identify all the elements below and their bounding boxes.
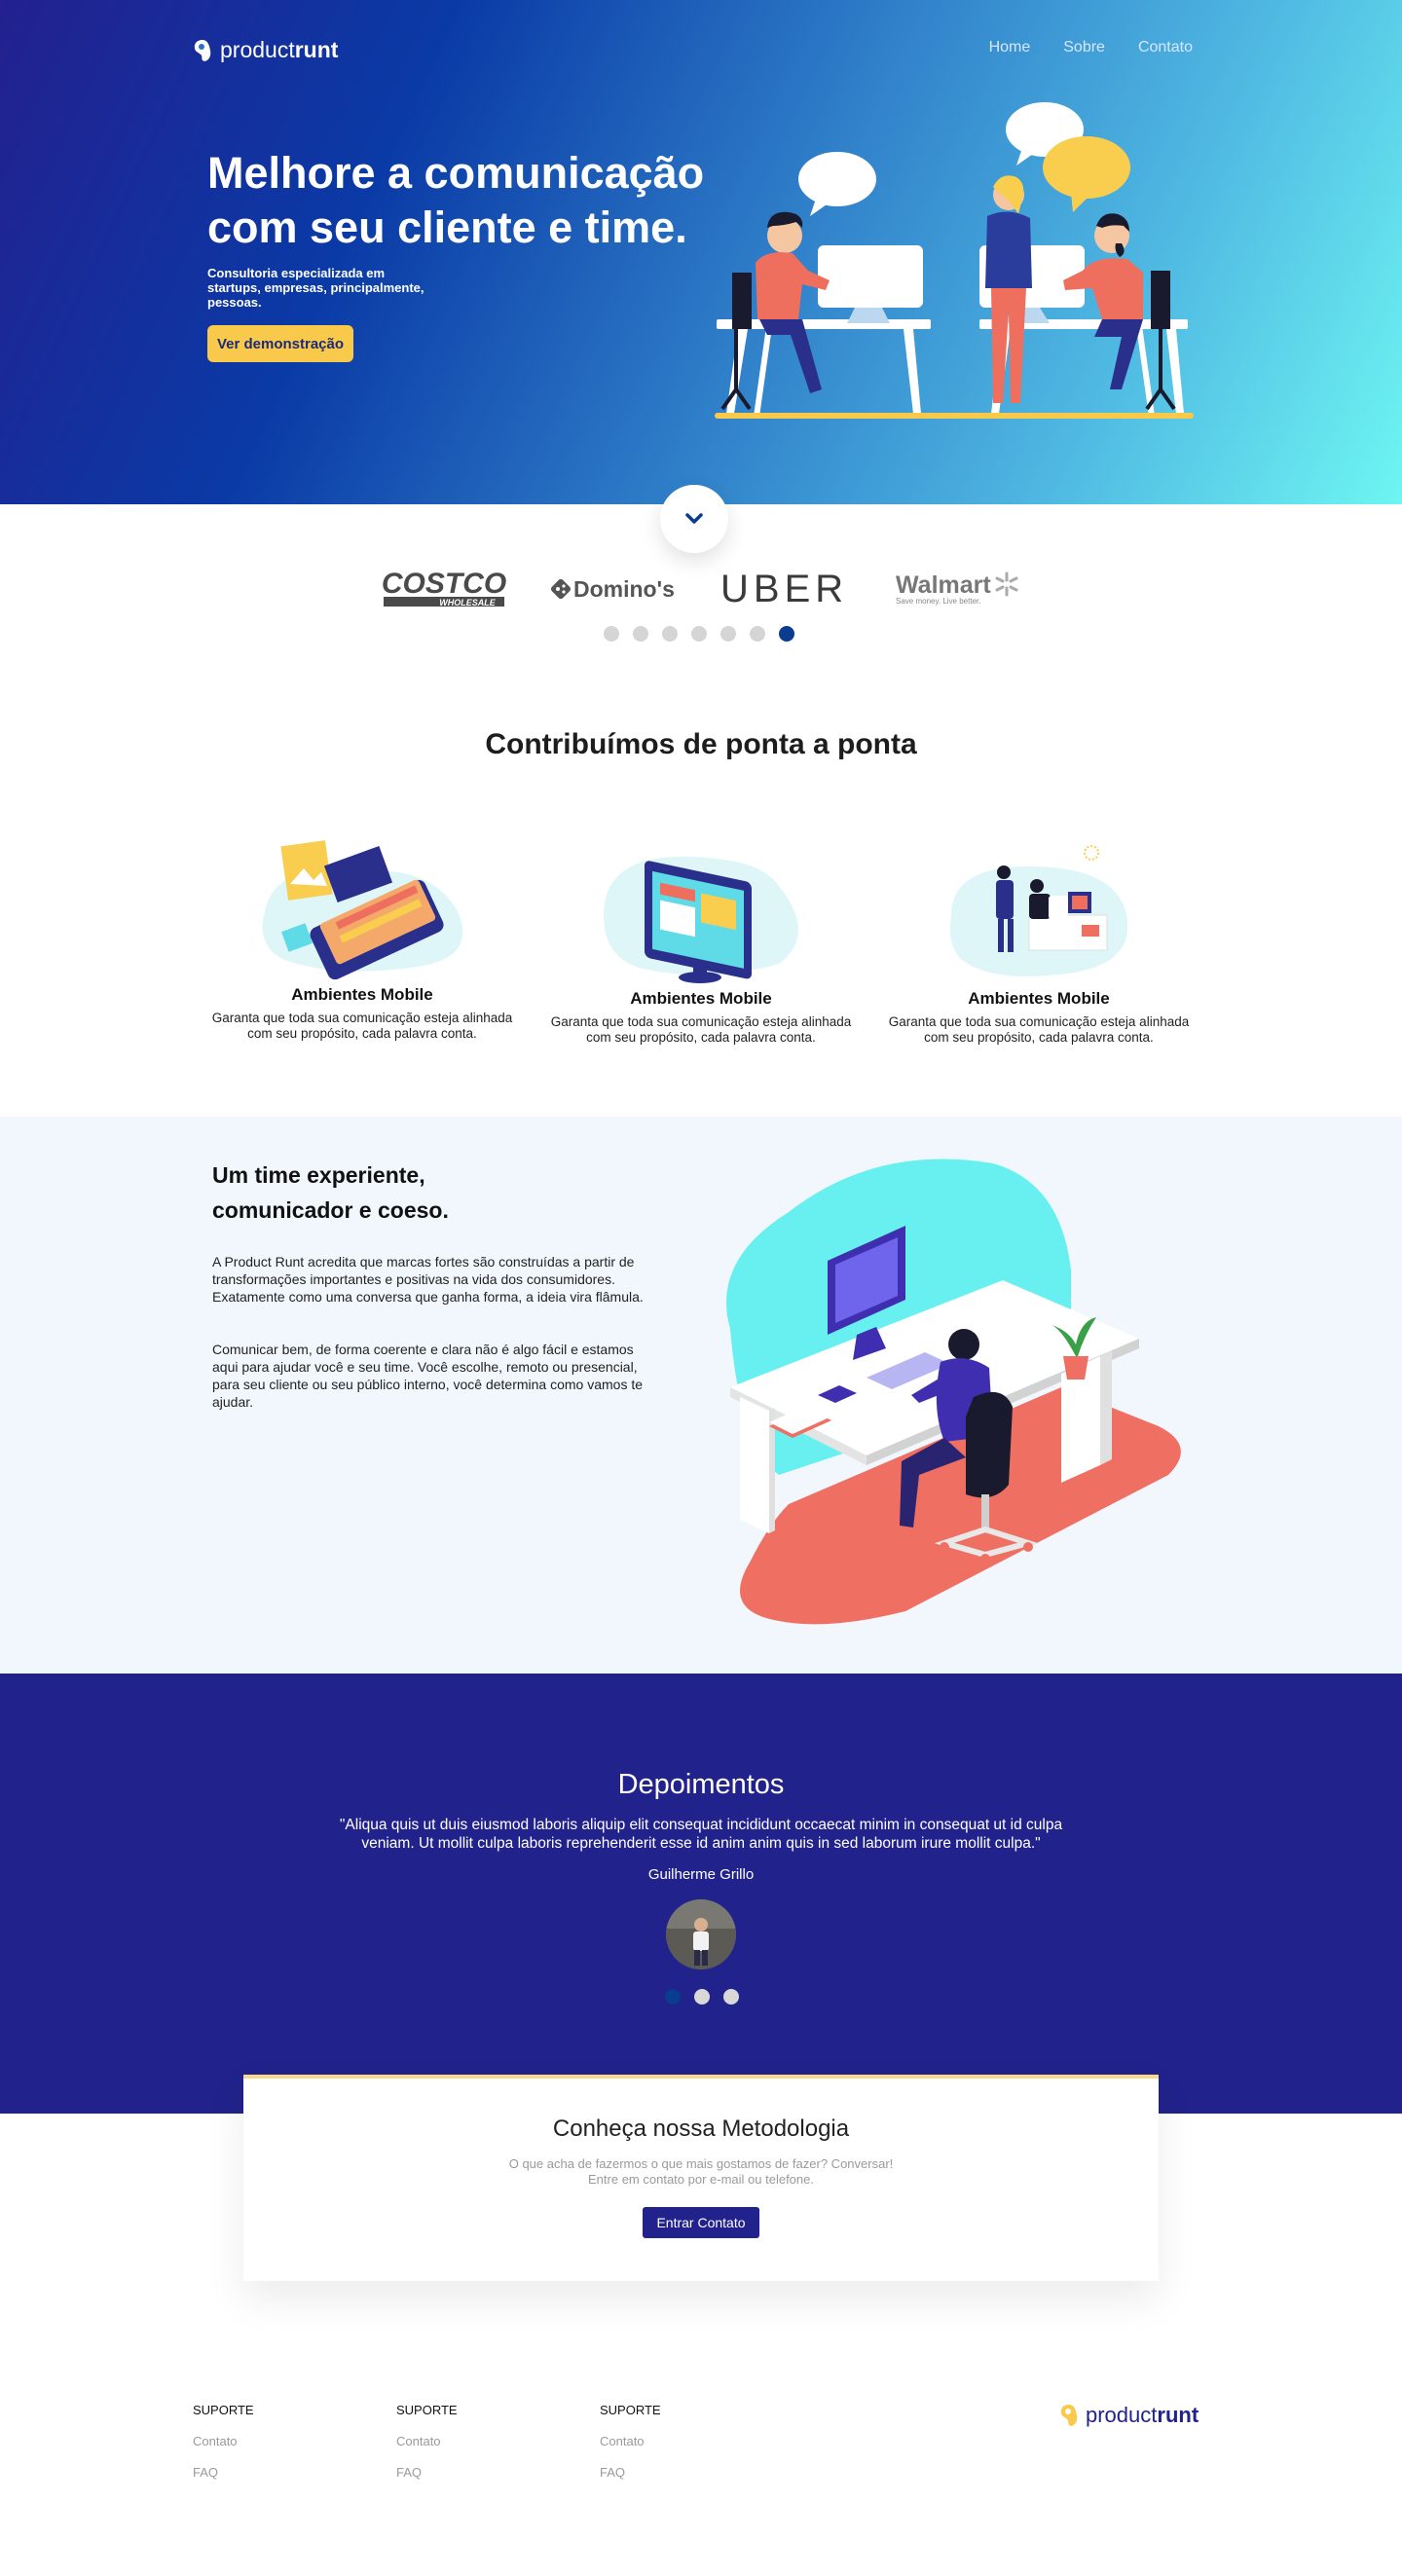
nav-sobre[interactable]: Sobre <box>1063 39 1105 56</box>
domino-tile-icon <box>550 578 572 600</box>
feature-text: Garanta que toda sua comunicação esteja … <box>888 1014 1190 1045</box>
dominos-text: Domino's <box>573 575 675 602</box>
pagination-dot[interactable] <box>633 626 648 642</box>
person-photo-icon <box>666 1899 736 1969</box>
pagination-dot-active[interactable] <box>779 626 794 642</box>
logo-text-bold: runt <box>294 37 339 62</box>
logo-text-light: product <box>1086 2403 1158 2427</box>
client-logo-dominos: Domino's <box>550 565 682 613</box>
main-nav: Home Sobre Contato <box>989 39 1193 56</box>
logo-mark-icon <box>194 39 211 61</box>
footer-column-2: SUPORTE Contato FAQ <box>396 2403 458 2480</box>
pagination-dot[interactable] <box>723 1989 739 2005</box>
costco-text: COSTCO <box>382 568 506 600</box>
team-section: Um time experiente, comunicador e coeso.… <box>0 1117 1402 1674</box>
logo-text-light: product <box>220 37 295 62</box>
feature-card-2: Ambientes Mobile Garanta que toda sua co… <box>540 837 862 1046</box>
footer-column-1: SUPORTE Contato FAQ <box>193 2403 254 2480</box>
uber-text: UBER <box>720 567 849 610</box>
nav-home[interactable]: Home <box>989 39 1031 56</box>
logo-text-bold: runt <box>1157 2403 1199 2427</box>
feature-text: Garanta que toda sua comunicação esteja … <box>211 1011 513 1041</box>
contact-button[interactable]: Entrar Contato <box>643 2207 759 2238</box>
walmart-tagline: Save money. Live better. <box>896 596 981 606</box>
team-meeting-illustration <box>715 102 1194 419</box>
methodology-line-1: O que acha de fazermos o que mais gostam… <box>508 2156 894 2171</box>
hero-title: Melhore a comunicação com seu cliente e … <box>207 148 705 252</box>
demo-button[interactable]: Ver demonstração <box>207 325 353 362</box>
pagination-dot-active[interactable] <box>665 1989 681 2005</box>
client-logo-walmart: Walmart Save money. Live better. <box>896 565 1022 613</box>
feature-card-3: Ambientes Mobile Garanta que toda sua co… <box>878 837 1199 1046</box>
feature-title: Ambientes Mobile <box>968 989 1110 1008</box>
clients-carousel: COSTCO WHOLESALE Domino's UBER Walmart S… <box>0 565 1402 613</box>
office-team-illustration-icon <box>949 845 1128 976</box>
pagination-dot[interactable] <box>691 626 707 642</box>
methodology-card: Conheça nossa Metodologia O que acha de … <box>243 2075 1159 2281</box>
features-title: Contribuímos de ponta a ponta <box>485 728 917 760</box>
costco-wholesale-text: WHOLESALE <box>439 598 496 607</box>
chevron-down-icon <box>685 513 703 524</box>
feature-card-1: Ambientes Mobile Garanta que toda sua co… <box>202 833 523 1042</box>
nav-contato[interactable]: Contato <box>1138 39 1193 56</box>
footer-link-contato[interactable]: Contato <box>193 2434 254 2448</box>
team-paragraph-2: Comunicar bem, de forma coerente e clara… <box>212 1342 644 1410</box>
methodology-line-2: Entre em contato por e-mail ou telefone. <box>588 2172 814 2187</box>
footer-logo[interactable]: product runt <box>1059 2403 1199 2428</box>
feature-title: Ambientes Mobile <box>630 989 772 1008</box>
footer-heading: SUPORTE <box>600 2403 661 2417</box>
footer-column-3: SUPORTE Contato FAQ <box>600 2403 661 2480</box>
team-paragraph-1: A Product Runt acredita que marcas forte… <box>212 1254 644 1305</box>
client-logo-costco: COSTCO WHOLESALE <box>380 565 508 613</box>
footer-link-faq[interactable]: FAQ <box>396 2465 458 2480</box>
testimonial-author: Guilherme Grillo <box>647 1866 755 1883</box>
pagination-dot[interactable] <box>662 626 678 642</box>
pagination-dot[interactable] <box>750 626 765 642</box>
hero-section: product runt Home Sobre Contato Melhore a… <box>0 0 1402 504</box>
scroll-down-button[interactable] <box>660 485 728 553</box>
testimonials-pagination <box>665 1989 739 2005</box>
pagination-dot[interactable] <box>604 626 619 642</box>
pagination-dot[interactable] <box>720 626 736 642</box>
feature-title: Ambientes Mobile <box>291 985 433 1004</box>
walmart-spark-icon <box>995 571 1018 597</box>
header-logo[interactable]: product runt <box>193 37 338 63</box>
testimonials-title: Depoimentos <box>617 1769 785 1800</box>
methodology-title: Conheça nossa Metodologia <box>552 2116 850 2142</box>
methodology-text: O que acha de fazermos o que mais gostam… <box>243 2156 1159 2188</box>
clients-pagination <box>604 626 794 642</box>
logo-mark-icon <box>1060 2405 1078 2426</box>
mobile-illustration-icon <box>262 840 463 979</box>
footer-heading: SUPORTE <box>193 2403 254 2417</box>
footer-heading: SUPORTE <box>396 2403 458 2417</box>
team-title: Um time experiente, comunicador e coeso. <box>212 1162 449 1223</box>
hero-subtitle: Consultoria especializada em startups, e… <box>207 266 424 310</box>
monitor-illustration-icon <box>604 857 798 983</box>
testimonial-quote: "Aliqua quis ut duis eiusmod laboris ali… <box>339 1817 1063 1852</box>
footer-link-contato[interactable]: Contato <box>600 2434 661 2448</box>
footer-link-contato[interactable]: Contato <box>396 2434 458 2448</box>
footer-link-faq[interactable]: FAQ <box>193 2465 254 2480</box>
walmart-text: Walmart <box>896 570 991 599</box>
pagination-dot[interactable] <box>694 1989 710 2005</box>
workstation-illustration <box>726 1159 1181 1625</box>
feature-text: Garanta que toda sua comunicação esteja … <box>550 1014 852 1045</box>
testimonials-section: Depoimentos "Aliqua quis ut duis eiusmod… <box>0 1674 1402 2114</box>
footer-link-faq[interactable]: FAQ <box>600 2465 661 2480</box>
client-logo-uber: UBER <box>720 565 852 613</box>
avatar <box>666 1899 736 1969</box>
